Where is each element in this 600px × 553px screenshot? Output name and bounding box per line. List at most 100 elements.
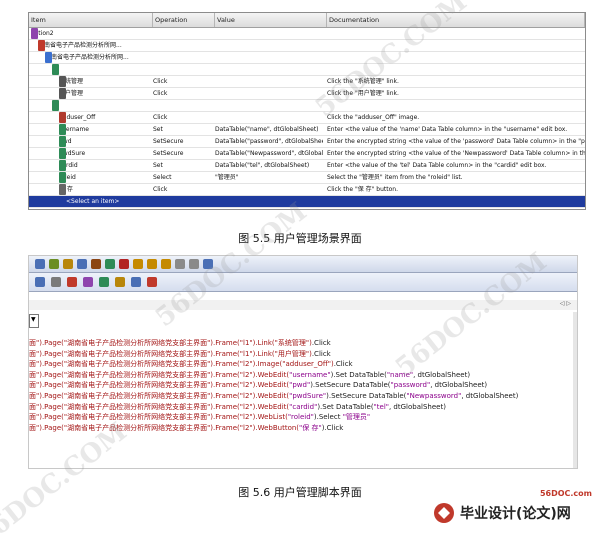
table-row[interactable]: 保 存ClickClick the "保 存" button. (29, 184, 585, 196)
documentation-cell[interactable] (327, 28, 585, 39)
object-combo-box[interactable]: ▼ (29, 314, 39, 328)
operation-cell[interactable]: Click (153, 76, 211, 87)
operation-cell[interactable]: Click (153, 88, 211, 99)
toolbar-button-icon[interactable] (99, 277, 109, 287)
value-cell[interactable]: DataTable("Newpassword", dtGlobalS... (215, 148, 323, 159)
script-line[interactable]: 面").Page("湖南省电子产品检测分析所网络党支部主界面").Frame("… (29, 380, 577, 391)
documentation-cell[interactable]: Click the "保 存" button. (327, 184, 585, 195)
operation-cell[interactable] (153, 196, 211, 207)
documentation-cell[interactable] (327, 100, 585, 111)
value-cell[interactable] (215, 52, 323, 63)
script-line[interactable]: 面").Page("湖南省电子产品检测分析所网络党支部主界面").Frame("… (29, 349, 577, 360)
documentation-cell[interactable]: Click the "系统管理" link. (327, 76, 585, 87)
toolbar-button-icon[interactable] (77, 259, 87, 269)
operation-cell[interactable] (153, 28, 211, 39)
item-cell[interactable]: ▼湖南省电子产品检测分析所网... (29, 40, 158, 51)
toolbar-button-icon[interactable] (105, 259, 115, 269)
table-row[interactable]: ▼l2 (29, 100, 585, 112)
toolbar-button-icon[interactable] (67, 277, 77, 287)
table-row[interactable]: ▼Action2 (29, 28, 585, 40)
documentation-cell[interactable]: Enter the encrypted string <the value of… (327, 148, 585, 159)
vertical-splitter[interactable] (573, 312, 577, 468)
scroll-arrows[interactable]: ◁ ▷ (560, 300, 571, 307)
operation-cell[interactable]: Set (153, 124, 211, 135)
toolbar-button-icon[interactable] (91, 259, 101, 269)
operation-cell[interactable]: SetSecure (153, 136, 211, 147)
script-line[interactable]: 面").Page("湖南省电子产品检测分析所网络党支部主界面").Frame("… (29, 370, 577, 381)
toolbar-button-icon[interactable] (83, 277, 93, 287)
table-row[interactable]: <Select an item> (29, 196, 585, 208)
table-row[interactable]: pwdSure SetSecure DataTable("Newpassword",… (29, 148, 585, 160)
documentation-cell[interactable]: Click the "用户管理" link. (327, 88, 585, 99)
toolbar-button-icon[interactable] (131, 277, 141, 287)
value-cell[interactable] (215, 76, 323, 87)
script-line[interactable]: 面").Page("湖南省电子产品检测分析所网络党支部主界面").Frame("… (29, 412, 577, 423)
script-line[interactable]: 面").Page("湖南省电子产品检测分析所网络党支部主界面").Frame("… (29, 359, 577, 370)
documentation-cell[interactable]: Enter the encrypted string <the value of… (327, 136, 585, 147)
documentation-cell[interactable]: Click the "adduser_Off" image. (327, 112, 585, 123)
item-cell[interactable]: ▼湖南省电子产品检测分析所网... (29, 52, 165, 63)
operation-cell[interactable] (153, 64, 211, 75)
toolbar-button-icon[interactable] (189, 259, 199, 269)
documentation-cell[interactable] (327, 52, 585, 63)
table-row[interactable]: pwdSetSecureDataTable("password", dtGlob… (29, 136, 585, 148)
value-cell[interactable]: DataTable("password", dtGlobalSheet) (215, 136, 323, 147)
item-cell[interactable]: ▼l1 (29, 64, 172, 75)
operation-cell[interactable]: Set (153, 160, 211, 171)
table-row[interactable]: 用户管理 Click Click the "用户管理" link. (29, 88, 585, 100)
toolbar-button-icon[interactable] (133, 259, 143, 269)
value-cell[interactable] (215, 64, 323, 75)
documentation-cell[interactable]: Enter <the value of the 'name' Data Tabl… (327, 124, 585, 135)
toolbar-button-icon[interactable] (51, 277, 61, 287)
documentation-cell[interactable]: Enter <the value of the 'tel' Data Table… (327, 160, 585, 171)
operation-cell[interactable]: Select (153, 172, 211, 183)
value-cell[interactable] (215, 100, 323, 111)
toolbar-button-icon[interactable] (161, 259, 171, 269)
script-line[interactable]: 面").Page("湖南省电子产品检测分析所网络党支部主界面").Frame("… (29, 338, 577, 349)
documentation-cell[interactable] (327, 64, 585, 75)
item-cell[interactable]: ▼Action2 (29, 28, 151, 39)
table-row[interactable]: ▼湖南省电子产品检测分析所网... (29, 40, 585, 52)
value-cell[interactable] (215, 28, 323, 39)
value-cell[interactable] (215, 88, 323, 99)
value-cell[interactable] (215, 196, 323, 207)
toolbar-button-icon[interactable] (147, 259, 157, 269)
value-cell[interactable]: "管理员" (215, 172, 323, 183)
column-header-documentation[interactable]: Documentation (327, 13, 585, 27)
toolbar-button-icon[interactable] (49, 259, 59, 269)
table-row[interactable]: ▼湖南省电子产品检测分析所网... (29, 52, 585, 64)
operation-cell[interactable]: Click (153, 112, 211, 123)
value-cell[interactable] (215, 112, 323, 123)
value-cell[interactable] (215, 40, 323, 51)
toolbar-button-icon[interactable] (35, 277, 45, 287)
table-row[interactable]: username Set DataTable("name", dtGlobalShe… (29, 124, 585, 136)
table-row[interactable]: cardid Set DataTable("tel", dtGlobalSheet)… (29, 160, 585, 172)
toolbar-button-icon[interactable] (63, 259, 73, 269)
toolbar-button-icon[interactable] (115, 277, 125, 287)
operation-cell[interactable] (153, 40, 211, 51)
table-row[interactable]: 系统管理 Click Click the "系统管理" link. (29, 76, 585, 88)
value-cell[interactable]: DataTable("tel", dtGlobalSheet) (215, 160, 323, 171)
operation-cell[interactable] (153, 52, 211, 63)
column-header-operation[interactable]: Operation (153, 13, 215, 27)
column-header-item[interactable]: Item (29, 13, 153, 27)
table-row[interactable]: adduser_Off Click Click the "adduser_Off" … (29, 112, 585, 124)
documentation-cell[interactable] (327, 196, 585, 207)
operation-cell[interactable]: Click (153, 184, 211, 195)
toolbar-button-icon[interactable] (203, 259, 213, 269)
script-line[interactable]: 面").Page("湖南省电子产品检测分析所网络党支部主界面").Frame("… (29, 423, 577, 434)
documentation-cell[interactable] (327, 40, 585, 51)
table-row[interactable]: roleid Select "管理员" Select the "管理员" item f… (29, 172, 585, 184)
toolbar-button-icon[interactable] (147, 277, 157, 287)
toolbar-button-icon[interactable] (175, 259, 185, 269)
operation-cell[interactable] (153, 100, 211, 111)
operation-cell[interactable]: SetSecure (153, 148, 211, 159)
toolbar-button-icon[interactable] (119, 259, 129, 269)
column-header-value[interactable]: Value (215, 13, 327, 27)
documentation-cell[interactable]: Select the "管理员" item from the "roleid" … (327, 172, 585, 183)
item-cell[interactable]: ▼l2 (29, 100, 172, 111)
table-row[interactable]: ▼l1 (29, 64, 585, 76)
toolbar-button-icon[interactable] (35, 259, 45, 269)
script-line[interactable]: 面").Page("湖南省电子产品检测分析所网络党支部主界面").Frame("… (29, 402, 577, 413)
value-cell[interactable] (215, 184, 323, 195)
